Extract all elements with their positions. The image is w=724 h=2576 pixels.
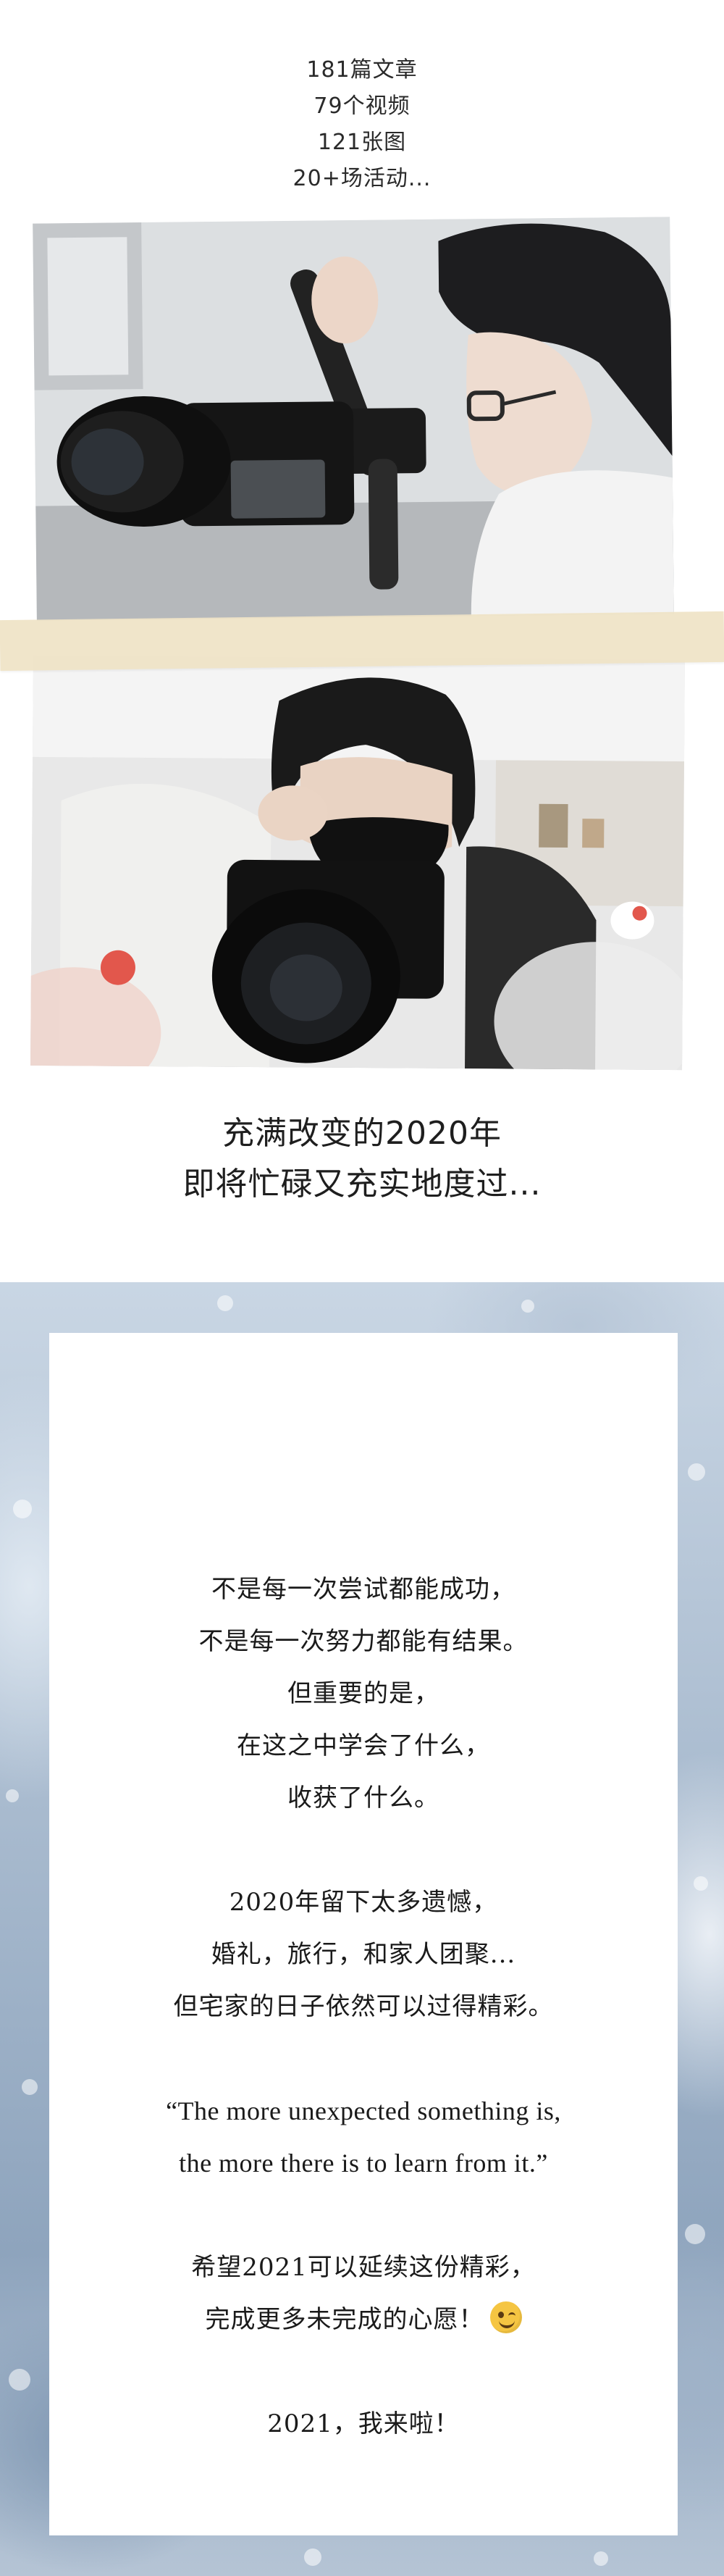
para3-line-2-text: 完成更多未完成的心愿！ bbox=[205, 2305, 484, 2334]
stat-images: 121张图 bbox=[317, 130, 407, 155]
para3-line-2: 完成更多未完成的心愿！ bbox=[49, 2293, 678, 2346]
quote-line-1: “The more unexpected something is, bbox=[166, 2096, 561, 2125]
frost-dot bbox=[9, 2369, 30, 2391]
year-headline: 充满改变的2020年 即将忙碌又充实地度过... bbox=[0, 1108, 724, 1210]
photo-camera-gimbal-art bbox=[33, 217, 674, 621]
photo-camera-gimbal bbox=[33, 217, 674, 621]
wink-emoji-icon bbox=[489, 2301, 522, 2333]
frost-dot bbox=[685, 2224, 705, 2244]
reflection-section: 不是每一次尝试都能成功， 不是每一次努力都能有结果。 但重要的是， 在这之中学会… bbox=[0, 1282, 724, 2576]
closing-line: 2021，我来啦！ bbox=[267, 2409, 460, 2438]
photo-camera-portrait bbox=[30, 655, 685, 1071]
para2-line-3: 但宅家的日子依然可以过得精彩。 bbox=[173, 1992, 554, 2021]
quote-line-2: the more there is to learn from it.” bbox=[179, 2149, 548, 2178]
message-text: 不是每一次尝试都能成功， 不是每一次努力都能有结果。 但重要的是， 在这之中学会… bbox=[49, 1563, 678, 2450]
headline-line-1: 充满改变的2020年 bbox=[222, 1115, 502, 1152]
frost-dot bbox=[521, 1300, 534, 1313]
stat-videos: 79个视频 bbox=[313, 93, 411, 119]
para1-line-5: 收获了什么。 bbox=[287, 1783, 439, 1812]
stats-list: 181篇文章 79个视频 121张图 20+场活动... bbox=[0, 52, 724, 197]
frost-dot bbox=[594, 2551, 608, 2566]
stat-events: 20+场活动... bbox=[292, 166, 432, 191]
frost-dot bbox=[694, 1876, 708, 1891]
frost-dot bbox=[6, 1789, 19, 1802]
frost-dot bbox=[688, 1463, 705, 1481]
para1-line-3: 但重要的是， bbox=[287, 1679, 439, 1708]
photo-camera-portrait-art bbox=[30, 655, 685, 1071]
stat-articles: 181篇文章 bbox=[306, 57, 418, 83]
washi-tape-divider bbox=[0, 611, 724, 672]
para2-line-1: 2020年留下太多遗憾， bbox=[229, 1888, 498, 1917]
para3-line-1: 希望2021可以延续这份精彩， bbox=[191, 2253, 536, 2282]
wink-eyelid bbox=[508, 2312, 515, 2317]
frost-dot bbox=[13, 1500, 32, 1518]
intro-section: 181篇文章 79个视频 121张图 20+场活动... 充满改变的2020年 … bbox=[0, 0, 724, 1282]
para1-line-1: 不是每一次尝试都能成功， bbox=[211, 1575, 515, 1604]
headline-line-2: 即将忙碌又充实地度过... bbox=[182, 1166, 542, 1203]
message-card: 不是每一次尝试都能成功， 不是每一次努力都能有结果。 但重要的是， 在这之中学会… bbox=[49, 1333, 678, 2535]
para1-line-4: 在这之中学会了什么， bbox=[237, 1731, 490, 1760]
para1-line-2: 不是每一次努力都能有结果。 bbox=[198, 1627, 529, 1656]
frost-dot bbox=[304, 2548, 321, 2566]
para2-line-2: 婚礼，旅行，和家人团聚... bbox=[211, 1940, 516, 1969]
frost-dot bbox=[22, 2079, 38, 2095]
frost-dot bbox=[217, 1295, 233, 1311]
